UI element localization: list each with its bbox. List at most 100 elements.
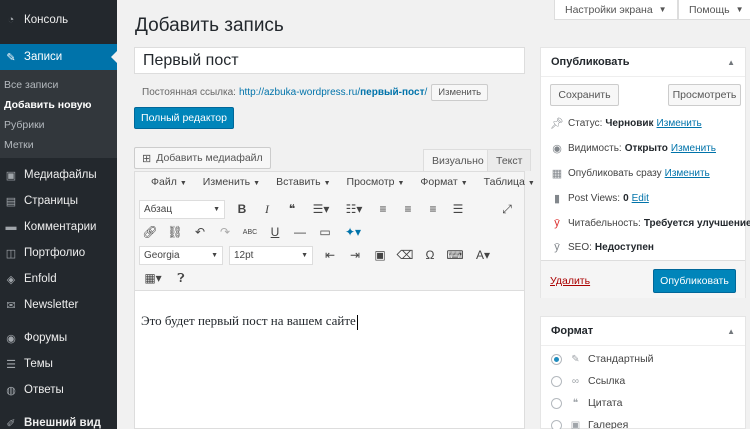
radio-checked[interactable] [551,353,562,365]
format-option-gallery[interactable]: ▣ Галерея [551,419,628,429]
undo-icon[interactable]: ↶ [189,222,211,242]
block-format-select[interactable]: Абзац ▼ [139,199,225,219]
sidebar-item-newsletter[interactable]: ✉ Newsletter [0,292,117,318]
image-icon[interactable]: ▭ [314,222,336,242]
menu-insert[interactable]: Вставить ▼ [268,176,330,188]
table-icon[interactable]: ▦▾ [139,268,167,288]
radio[interactable] [551,375,562,387]
format-option-standard[interactable]: ✎ Стандартный [551,353,654,365]
bold-button[interactable]: B [231,199,253,219]
spellcheck-icon[interactable]: ABC [239,222,261,242]
sidebar-item-media[interactable]: ▣ Медиафайлы [0,162,117,188]
bullet-list-button[interactable]: ☰▾ [306,199,336,219]
triangle-down-icon: ▼ [527,180,535,187]
magic-wand-icon[interactable]: ✦▾ [339,222,367,242]
outdent-icon[interactable]: ⇤ [319,245,341,265]
editor-content-area[interactable]: Это будет первый пост на вашем сайте [134,291,525,429]
paste-text-icon[interactable]: ▣ [369,245,391,265]
submenu-tags[interactable]: Метки [4,139,34,151]
publish-box-title: Опубликовать [551,56,630,68]
save-draft-button[interactable]: Сохранить [550,84,619,106]
menu-edit[interactable]: Изменить ▼ [195,176,260,188]
sidebar-item-dashboard[interactable]: ◔ Консоль [0,7,117,33]
triangle-down-icon: ▼ [323,180,331,187]
italic-button[interactable]: I [256,199,278,219]
menu-table[interactable]: Таблица ▼ [476,176,535,188]
full-editor-button[interactable]: Полный редактор [134,107,234,129]
sidebar-item-topics[interactable]: ☰ Темы [0,351,117,377]
help-keyboard-icon[interactable]: ⌨ [444,245,466,265]
sidebar-item-forums[interactable]: ◉ Форумы [0,325,117,351]
permalink-link[interactable]: http://azbuka-wordpress.ru/первый-пост/ [239,87,427,98]
edit-schedule-link[interactable]: Изменить [665,168,710,179]
publish-box-header[interactable]: Опубликовать ▲ [541,48,745,77]
menu-file[interactable]: Файл ▼ [143,176,187,188]
menu-format[interactable]: Формат ▼ [412,176,467,188]
sidebar-item-comments[interactable]: ▬ Комментарии [0,214,117,240]
special-char-icon[interactable]: Ω [419,245,441,265]
edit-views-link[interactable]: Edit [632,193,649,204]
font-family-select[interactable]: Georgia ▼ [139,245,223,265]
delete-link[interactable]: Удалить [550,275,590,287]
submenu-add-new[interactable]: Добавить новую [4,99,92,111]
text-color-icon[interactable]: A▾ [469,245,497,265]
radio[interactable] [551,419,562,429]
format-option-link[interactable]: ∞ Ссылка [551,375,625,387]
tab-text[interactable]: Текст [487,149,532,171]
sidebar-item-label: Медиафайлы [24,169,97,181]
submenu-categories[interactable]: Рубрики [4,119,45,131]
views-label: Post Views: [568,193,621,204]
seo-label: SEO: [568,241,592,253]
submenu-all-posts[interactable]: Все записи [4,79,58,91]
post-title-input[interactable] [134,47,525,74]
numbered-list-button[interactable]: ☷▾ [339,199,369,219]
unlink-icon[interactable]: ⛓ [164,222,186,242]
pages-icon: ▤ [5,195,17,208]
sidebar-item-posts[interactable]: ✎ Записи [0,44,117,70]
toolbar-row-2: 🔗︎ ⛓ ↶ ↷ ABC U — ▭ ✦▾ [139,222,370,242]
screen-options-button[interactable]: Настройки экрана ▼ [554,0,678,20]
indent-icon[interactable]: ⇥ [344,245,366,265]
sidebar-item-pages[interactable]: ▤ Страницы [0,188,117,214]
sidebar-item-label: Enfold [24,273,57,285]
triangle-down-icon: ▼ [253,180,261,187]
radio[interactable] [551,397,562,409]
align-justify-button[interactable]: ☰ [447,199,469,219]
fullscreen-button[interactable]: ⤢ [496,199,518,219]
edit-permalink-button[interactable]: Изменить [431,84,489,101]
link-icon[interactable]: 🔗︎ [139,222,161,242]
bar-chart-icon: ▮ [553,193,561,205]
format-option-quote[interactable]: ❝ Цитата [551,397,622,409]
redo-icon[interactable]: ↷ [214,222,236,242]
publish-button[interactable]: Опубликовать [653,269,736,293]
question-icon[interactable]: ❓︎ [170,268,192,288]
toolbar-row-3: Georgia ▼ 12pt ▼ ⇤ ⇥ ▣ ⌫ Ω ⌨ A▾ [139,245,500,265]
gallery-icon: ▣ [570,419,581,429]
menu-view[interactable]: Просмотр ▼ [339,176,405,188]
post-body-text: Это будет первый пост на вашем сайте [141,313,356,328]
format-box-header[interactable]: Формат ▲ [541,317,745,346]
align-right-button[interactable]: ≡ [422,199,444,219]
editor-toolbar: Файл ▼ Изменить ▼ Вставить ▼ Просмотр ▼ Форм… [134,171,535,291]
align-left-button[interactable]: ≡ [372,199,394,219]
sidebar-item-portfolio[interactable]: ◫ Портфолио [0,240,117,266]
horizontal-line-icon[interactable]: — [289,222,311,242]
tab-visual[interactable]: Визуально [423,149,493,171]
sidebar-item-replies[interactable]: ◍ Ответы [0,377,117,403]
post-views-row: ▮ Post Views: 0 Edit [550,192,649,205]
sidebar-item-appearance[interactable]: ✐ Внешний вид [0,410,117,429]
font-size-select[interactable]: 12pt ▼ [229,245,313,265]
visibility-label: Видимость: [568,143,622,154]
clear-formatting-icon[interactable]: ⌫ [394,245,416,265]
edit-status-link[interactable]: Изменить [657,118,702,129]
preview-button[interactable]: Просмотреть [668,84,741,106]
views-value: 0 [623,193,629,204]
enfold-icon: ◈ [6,273,16,286]
help-button[interactable]: Помощь ▼ [678,0,750,20]
add-media-button[interactable]: ⊞ Добавить медиафайл [134,147,271,169]
blockquote-button[interactable]: ❝ [281,199,303,219]
sidebar-item-enfold[interactable]: ◈ Enfold [0,266,117,292]
align-center-button[interactable]: ≡ [397,199,419,219]
edit-visibility-link[interactable]: Изменить [671,143,716,154]
underline-button[interactable]: U [264,222,286,242]
